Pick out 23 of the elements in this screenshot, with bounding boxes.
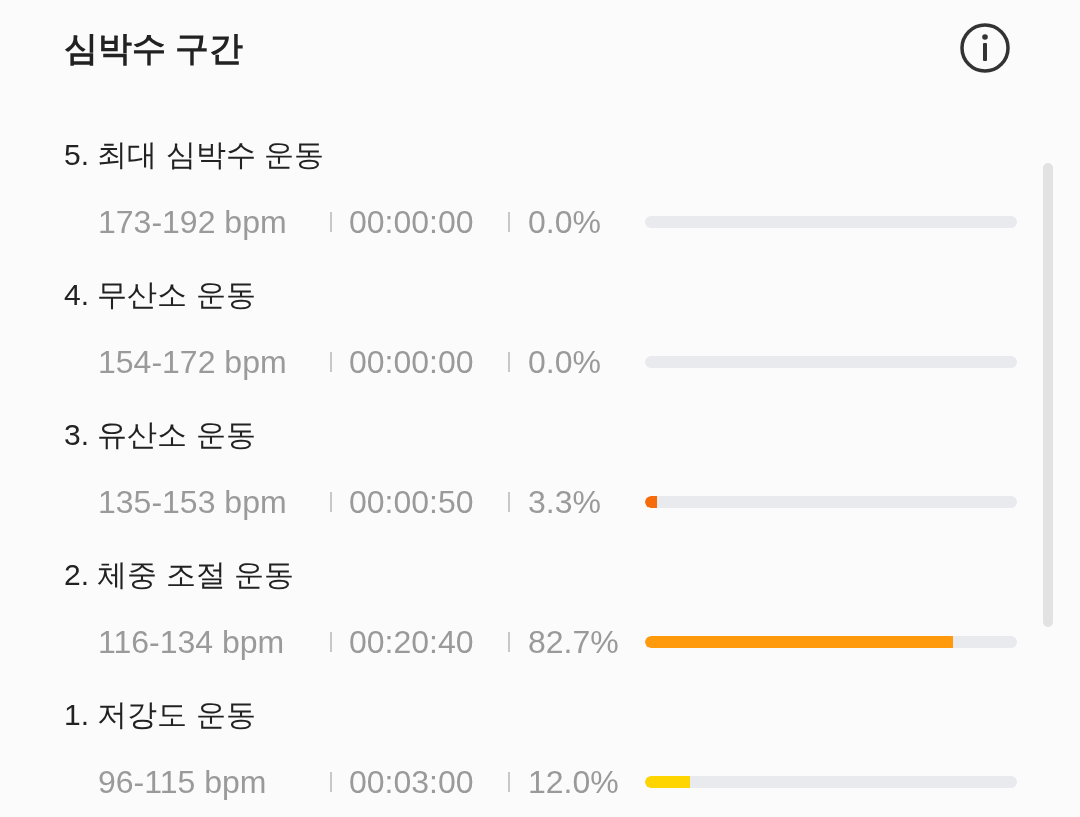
zone-duration: 00:00:00 bbox=[349, 203, 475, 242]
zone-duration: 00:20:40 bbox=[349, 623, 475, 662]
zone-percent: 3.3% bbox=[528, 483, 602, 522]
zone-range: 154-172 bpm bbox=[98, 343, 288, 382]
zone-percent: 12.0% bbox=[528, 763, 620, 802]
zone-name: 3. 유산소 운동 bbox=[64, 417, 256, 453]
zone-name: 5. 최대 심박수 운동 bbox=[64, 137, 325, 173]
zone-percent: 0.0% bbox=[528, 343, 602, 382]
info-icon[interactable] bbox=[960, 23, 1010, 73]
zone-name: 4. 무산소 운동 bbox=[64, 277, 256, 313]
zone-percent: 82.7% bbox=[528, 623, 620, 662]
zone-range: 96-115 bpm bbox=[98, 763, 268, 802]
zone-name: 2. 체중 조절 운동 bbox=[64, 557, 295, 593]
zone-duration: 00:03:00 bbox=[349, 763, 475, 802]
zone-name: 1. 저강도 운동 bbox=[64, 697, 256, 733]
zone-duration: 00:00:00 bbox=[349, 343, 475, 382]
section-title: 심박수 구간 bbox=[64, 28, 244, 68]
zone-duration: 00:00:50 bbox=[349, 483, 475, 522]
zone-percent: 0.0% bbox=[528, 203, 602, 242]
zone-range: 135-153 bpm bbox=[98, 483, 288, 522]
zone-range: 173-192 bpm bbox=[98, 203, 288, 242]
scrollbar[interactable] bbox=[1043, 163, 1053, 627]
zone-range: 116-134 bpm bbox=[98, 623, 286, 662]
